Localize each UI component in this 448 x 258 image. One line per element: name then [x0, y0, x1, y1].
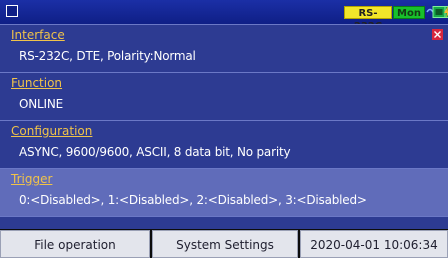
screen: RS-232C Mon Interface RS-232C, DTE, Pola… [0, 0, 448, 258]
row-value-interface: RS-232C, DTE, Polarity:Normal [19, 49, 196, 63]
row-configuration[interactable]: Configuration ASYNC, 9600/9600, ASCII, 8… [0, 120, 448, 168]
row-interface[interactable]: Interface RS-232C, DTE, Polarity:Normal [0, 24, 448, 72]
row-value-trigger: 0:<Disabled>, 1:<Disabled>, 2:<Disabled>… [19, 193, 367, 207]
row-partial [0, 216, 448, 230]
window-icon [6, 5, 18, 17]
system-settings-button[interactable]: System Settings [152, 230, 298, 258]
datetime-display: 2020-04-01 10:06:34 [300, 230, 448, 258]
bottom-bar: File operation System Settings 2020-04-0… [0, 229, 448, 258]
row-value-function: ONLINE [19, 97, 64, 111]
status-bar: RS-232C Mon [0, 0, 448, 32]
mode-badge: Mon [393, 6, 425, 19]
row-function[interactable]: Function ONLINE [0, 72, 448, 120]
row-title-configuration: Configuration [11, 124, 93, 138]
row-trigger[interactable]: Trigger 0:<Disabled>, 1:<Disabled>, 2:<D… [0, 168, 448, 216]
close-icon[interactable] [432, 29, 443, 40]
row-title-trigger: Trigger [11, 172, 53, 186]
power-icon [444, 6, 448, 18]
row-title-interface: Interface [11, 28, 65, 42]
row-value-configuration: ASYNC, 9600/9600, ASCII, 8 data bit, No … [19, 145, 291, 159]
row-title-function: Function [11, 76, 63, 90]
port-badge: RS-232C [344, 6, 392, 32]
file-operation-button[interactable]: File operation [0, 230, 150, 258]
